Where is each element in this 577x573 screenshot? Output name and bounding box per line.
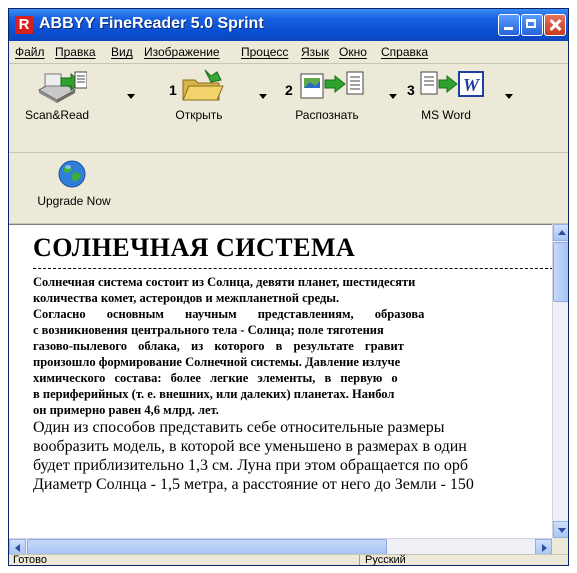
chevron-down-icon <box>558 528 566 533</box>
text-line: Один из способов представить себе относи… <box>33 419 445 436</box>
secondary-toolbar: Upgrade Now <box>9 153 568 224</box>
status-divider <box>359 555 360 565</box>
chevron-up-icon <box>558 230 566 235</box>
msword-button[interactable]: 3 W MS Word <box>401 68 491 128</box>
finereader-logo-icon[interactable]: R <box>15 16 33 34</box>
text-line: Диаметр Солнца - 1,5 метра, а расстояние… <box>33 476 474 493</box>
menu-bar: Файл Правка Вид Изображение Процесс Язык… <box>9 41 568 64</box>
scrollbar-corner <box>552 538 568 554</box>
text-line: с возникновения центрального тела - Солн… <box>33 323 384 337</box>
text-line: вообразить модель, в которой все уменьше… <box>33 438 467 455</box>
text-line: в периферийных (т. е. внешних, или далек… <box>33 387 395 401</box>
main-toolbar: Scan&Read 1 Открыть 2 Распознать 3 W MS … <box>9 64 568 153</box>
status-bar: Готово Русский <box>9 554 568 566</box>
chevron-right-icon <box>542 544 547 552</box>
menu-file[interactable]: Файл <box>15 45 45 59</box>
status-text: Готово <box>13 554 47 566</box>
text-line: количества комет, астероидов и межпланет… <box>33 291 340 305</box>
msword-label: MS Word <box>421 108 471 122</box>
text-line: Согласно основным научным представлениям… <box>33 307 425 321</box>
text-line: произошло формирование Солнечной системы… <box>33 355 401 369</box>
msword-step-number: 3 <box>407 82 415 98</box>
globe-icon <box>58 160 86 188</box>
scan-read-label: Scan&Read <box>25 108 90 122</box>
upgrade-now-button[interactable]: Upgrade Now <box>29 157 119 217</box>
language-indicator: Русский <box>365 554 406 566</box>
horizontal-scrollbar[interactable] <box>9 538 552 555</box>
scroll-up-button[interactable] <box>553 224 568 241</box>
scroll-left-button[interactable] <box>9 539 26 555</box>
maximize-button[interactable] <box>521 14 543 36</box>
text-line: Солнечная система состоит из Солнца, дев… <box>33 275 416 289</box>
vertical-scrollbar[interactable] <box>552 224 568 538</box>
recognize-icon <box>300 71 364 99</box>
menu-language[interactable]: Язык <box>301 45 329 59</box>
msword-dropdown-arrow[interactable] <box>505 94 513 99</box>
recognize-step-number: 2 <box>285 82 293 98</box>
menu-edit[interactable]: Правка <box>55 45 96 59</box>
recognize-button[interactable]: 2 Распознать <box>277 68 377 128</box>
menu-process[interactable]: Процесс <box>241 45 288 59</box>
vertical-scroll-thumb[interactable] <box>553 242 568 302</box>
open-dropdown-arrow[interactable] <box>259 94 267 99</box>
close-button[interactable] <box>544 14 566 36</box>
text-line: будет приблизительно 1,3 см. Луна при эт… <box>33 457 469 474</box>
horizontal-scroll-thumb[interactable] <box>27 539 387 555</box>
minimize-button[interactable] <box>498 14 520 36</box>
open-label: Открыть <box>175 108 223 122</box>
scan-read-dropdown-arrow[interactable] <box>127 94 135 99</box>
menu-help[interactable]: Справка <box>381 45 428 59</box>
open-button[interactable]: 1 Открыть <box>159 68 239 128</box>
scanner-icon <box>37 71 87 103</box>
scan-read-button[interactable]: Scan&Read <box>17 68 107 128</box>
title-bar[interactable]: R ABBYY FineReader 5.0 Sprint <box>9 9 568 41</box>
scroll-right-button[interactable] <box>535 539 552 555</box>
chevron-left-icon <box>15 544 20 552</box>
export-word-icon: W <box>420 71 484 97</box>
document-heading: СОЛНЕЧНАЯ СИСТЕМА <box>33 233 356 262</box>
text-line: газово-пылевого облака, из которого в ре… <box>33 339 404 353</box>
heading-separator <box>33 268 552 269</box>
open-step-number: 1 <box>169 82 177 98</box>
svg-text:W: W <box>463 75 481 95</box>
menu-window[interactable]: Окно <box>339 45 367 59</box>
recognize-dropdown-arrow[interactable] <box>389 94 397 99</box>
menu-view[interactable]: Вид <box>111 45 133 59</box>
document-view[interactable]: СОЛНЕЧНАЯ СИСТЕМА Солнечная система сост… <box>9 224 552 539</box>
open-folder-icon <box>182 69 224 101</box>
upgrade-now-label: Upgrade Now <box>37 194 111 208</box>
text-line: химического состава: более легкие элемен… <box>33 371 398 385</box>
scroll-down-button[interactable] <box>553 521 568 538</box>
text-line: он примерно равен 4,6 млрд. лет. <box>33 403 219 417</box>
menu-image[interactable]: Изображение <box>144 45 220 59</box>
recognize-label: Распознать <box>295 108 359 122</box>
app-window: R ABBYY FineReader 5.0 Sprint Файл Правк… <box>8 8 569 566</box>
window-title: ABBYY FineReader 5.0 Sprint <box>39 15 264 32</box>
